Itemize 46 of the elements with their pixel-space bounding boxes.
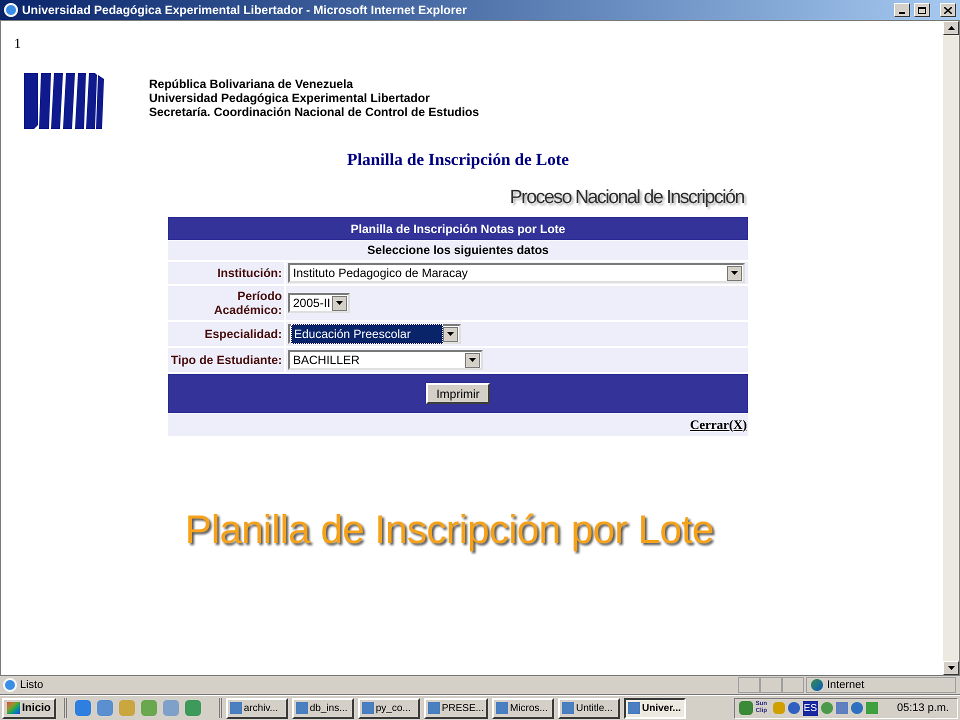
start-button[interactable]: Inicio: [2, 698, 56, 718]
scroll-up-button[interactable]: [943, 21, 959, 35]
taskbar-task[interactable]: py_co...: [358, 698, 420, 718]
dropdown-field[interactable]: Instituto Pedagogico de Maracay: [288, 263, 745, 283]
taskbar-task[interactable]: Univer...: [624, 698, 686, 718]
header-line: Secretaría. Coordinación Nacional de Control de Estudios: [149, 105, 480, 119]
page-number: 1: [14, 37, 22, 53]
banner-text: Proceso Nacional de Inscripción: [510, 186, 744, 210]
print-button[interactable]: Imprimir: [426, 383, 490, 404]
language-indicator[interactable]: ES: [802, 700, 818, 716]
dropdown-field[interactable]: 2005-II: [288, 293, 350, 313]
taskbar-task[interactable]: Untitle...: [558, 698, 620, 718]
dropdown-value: Instituto Pedagogico de Maracay: [292, 265, 469, 282]
window-title: Universidad Pedagógica Experimental Libertador - Microsoft Internet Explorer: [22, 2, 468, 19]
page-heading: Planilla de Inscripción de Lote: [347, 149, 569, 171]
logo-icon: [24, 71, 104, 129]
header-line: República Bolivariana de Venezuela: [149, 77, 354, 91]
status-text: Listo: [20, 678, 44, 693]
maximize-button[interactable]: [914, 3, 930, 17]
field-label: Tipo de Estudiante:: [170, 353, 282, 367]
taskbar-task[interactable]: archiv...: [226, 698, 288, 718]
field-label: Período Académico:: [212, 289, 282, 317]
zone-text: Internet: [827, 678, 864, 693]
dropdown-field[interactable]: BACHILLER: [288, 350, 483, 370]
field-label: Institución:: [217, 266, 282, 280]
dropdown-value: 2005-II: [292, 295, 332, 312]
down-arrow-icon: [948, 666, 954, 670]
up-arrow-icon: [948, 26, 954, 30]
close-link[interactable]: Cerrar(X): [690, 414, 747, 434]
close-button[interactable]: [940, 3, 956, 17]
dropdown-value: BACHILLER: [292, 352, 361, 369]
status-pane: [738, 677, 760, 693]
clock-text: 05:13 p.m.: [897, 700, 949, 716]
taskbar-task[interactable]: PRESE...: [424, 698, 488, 718]
form-title: Planilla de Inscripción Notas por Lote: [168, 217, 748, 240]
status-pane: [760, 677, 782, 693]
taskbar-task[interactable]: db_ins...: [292, 698, 354, 718]
minimize-button[interactable]: [894, 3, 910, 17]
scroll-down-button[interactable]: [943, 661, 959, 675]
header-line: Universidad Pedagógica Experimental Libertador: [149, 91, 431, 105]
slide-caption: Planilla de Inscripción por Lote: [185, 507, 715, 554]
windows-logo-icon: [7, 702, 20, 714]
taskbar-task[interactable]: Micros...: [492, 698, 554, 718]
status-pane: [782, 677, 804, 693]
field-label: Especialidad:: [204, 327, 282, 341]
close-icon: [944, 6, 952, 14]
